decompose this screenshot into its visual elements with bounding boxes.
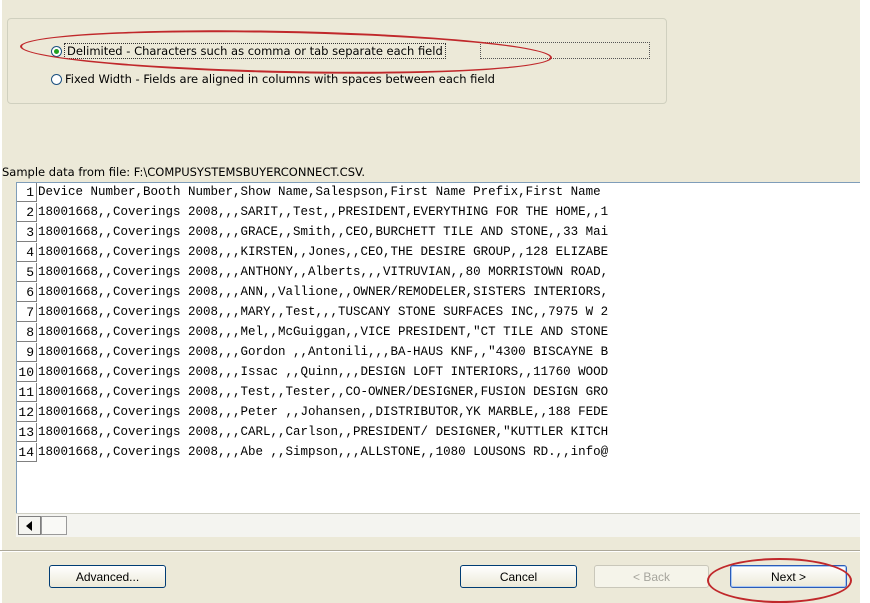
row-number: 9 <box>17 343 37 362</box>
annotation-oval-next <box>707 558 852 603</box>
row-data-text: 18001668,,Coverings 2008,,,KIRSTEN,,Jone… <box>38 245 609 259</box>
horizontal-scrollbar[interactable] <box>16 513 870 537</box>
row-number: 4 <box>17 243 37 262</box>
text-import-wizard-dialog: Delimited - Characters such as comma or … <box>0 0 870 603</box>
row-data-text: 18001668,,Coverings 2008,,,Peter ,,Johan… <box>38 405 609 419</box>
row-data-text: 18001668,,Coverings 2008,,,Gordon ,,Anto… <box>38 345 609 359</box>
preview-row: 7 18001668,,Coverings 2008,,,MARY,,Test,,… <box>17 303 870 322</box>
window-right-edge <box>860 0 870 603</box>
row-number: 12 <box>17 403 37 422</box>
row-number: 1 <box>17 183 37 202</box>
sample-data-caption: Sample data from file: F:\COMPUSYSTEMSBU… <box>2 165 366 179</box>
dialog-left-edge <box>0 0 2 603</box>
row-number: 5 <box>17 263 37 282</box>
button-area-divider <box>0 550 870 552</box>
preview-row: 1 Device Number,Booth Number,Show Name,Sa… <box>17 183 870 202</box>
preview-row: 14 18001668,,Coverings 2008,,,Abe ,,Simps… <box>17 443 870 462</box>
scrollbar-thumb[interactable] <box>41 516 67 535</box>
row-number: 7 <box>17 303 37 322</box>
row-data-text: 18001668,,Coverings 2008,,,Test,,Tester,… <box>38 385 609 399</box>
preview-row: 11 18001668,,Coverings 2008,,,Test,,Teste… <box>17 383 870 402</box>
data-preview-grid[interactable]: 1 Device Number,Booth Number,Show Name,Sa… <box>16 182 870 537</box>
row-data-text: 18001668,,Coverings 2008,,,Abe ,,Simpson… <box>38 445 609 459</box>
row-data-text: 18001668,,Coverings 2008,,,GRACE,,Smith,… <box>38 225 609 239</box>
row-number: 14 <box>17 443 37 462</box>
row-data-text: 18001668,,Coverings 2008,,,ANTHONY,,Albe… <box>38 265 609 279</box>
row-number: 3 <box>17 223 37 242</box>
row-number: 10 <box>17 363 37 382</box>
row-data-text: 18001668,,Coverings 2008,,,CARL,,Carlson… <box>38 425 609 439</box>
preview-row: 13 18001668,,Coverings 2008,,,CARL,,Carls… <box>17 423 870 442</box>
row-number: 13 <box>17 423 37 442</box>
row-number: 11 <box>17 383 37 402</box>
row-data-text: 18001668,,Coverings 2008,,,MARY,,Test,,,… <box>38 305 609 319</box>
preview-row: 5 18001668,,Coverings 2008,,,ANTHONY,,Alb… <box>17 263 870 282</box>
preview-row: 3 18001668,,Coverings 2008,,,GRACE,,Smith… <box>17 223 870 242</box>
preview-row: 6 18001668,,Coverings 2008,,,ANN,,Vallion… <box>17 283 870 302</box>
preview-row: 2 18001668,,Coverings 2008,,,SARIT,,Test,… <box>17 203 870 222</box>
row-number: 8 <box>17 323 37 342</box>
preview-row: 8 18001668,,Coverings 2008,,,Mel,,McGuigg… <box>17 323 870 342</box>
row-number: 6 <box>17 283 37 302</box>
row-data-text: 18001668,,Coverings 2008,,,Issac ,,Quinn… <box>38 365 609 379</box>
scroll-left-arrow-icon[interactable] <box>18 516 41 535</box>
advanced-button[interactable]: Advanced... <box>49 565 166 588</box>
fixed-width-radio[interactable] <box>51 73 62 85</box>
preview-row: 4 18001668,,Coverings 2008,,,KIRSTEN,,Jon… <box>17 243 870 262</box>
cancel-button[interactable]: Cancel <box>460 565 577 588</box>
fixed-width-option-label[interactable]: Fixed Width - Fields are aligned in colu… <box>65 72 495 86</box>
back-button[interactable]: < Back <box>594 565 709 588</box>
row-data-text: Device Number,Booth Number,Show Name,Sal… <box>38 185 601 199</box>
row-data-text: 18001668,,Coverings 2008,,,Mel,,McGuigga… <box>38 325 609 339</box>
preview-row: 12 18001668,,Coverings 2008,,,Peter ,,Joh… <box>17 403 870 422</box>
preview-row: 10 18001668,,Coverings 2008,,,Issac ,,Qui… <box>17 363 870 382</box>
row-data-text: 18001668,,Coverings 2008,,,SARIT,,Test,,… <box>38 205 609 219</box>
row-number: 2 <box>17 203 37 222</box>
row-data-text: 18001668,,Coverings 2008,,,ANN,,Vallione… <box>38 285 609 299</box>
preview-row: 9 18001668,,Coverings 2008,,,Gordon ,,Ant… <box>17 343 870 362</box>
